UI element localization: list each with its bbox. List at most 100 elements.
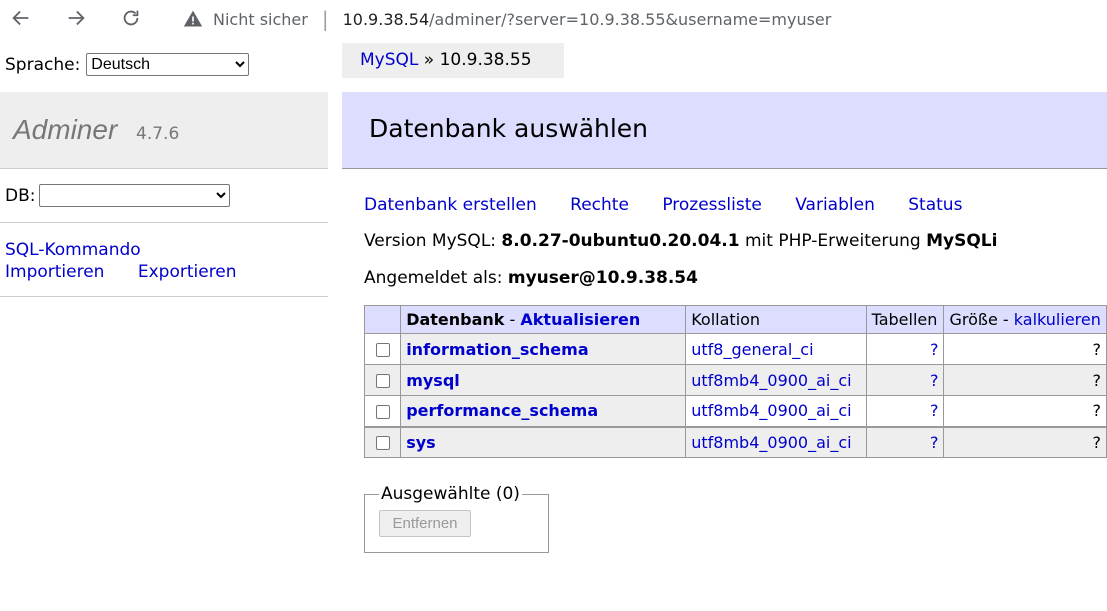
reload-icon	[123, 10, 139, 26]
db-name-link[interactable]: performance_schema	[406, 401, 598, 420]
collation-link[interactable]: utf8_general_ci	[691, 340, 813, 359]
db-name-cell: information_schema	[400, 333, 687, 365]
version-prefix: Version MySQL:	[364, 231, 497, 251]
browser-toolbar: Nicht sicher | 10.9.38.54 /adminer/?serv…	[0, 0, 1107, 38]
db-name-link[interactable]: sys	[406, 433, 435, 452]
row-checkbox[interactable]	[375, 374, 390, 388]
tables-cell: ?	[865, 364, 945, 396]
remove-button[interactable]: Entfernen	[379, 510, 471, 537]
size-cell: ?	[943, 395, 1107, 427]
table-header-row: Datenbank - Aktualisieren Kollation Tabe…	[363, 305, 1107, 334]
row-checkbox-cell	[363, 425, 402, 458]
logged-user: myuser@10.9.38.54	[507, 268, 698, 288]
db-selector: DB:	[5, 184, 231, 207]
reload-button[interactable]	[116, 4, 146, 32]
php-extension: MySQLi	[926, 231, 998, 251]
collation-link[interactable]: utf8mb4_0900_ai_ci	[691, 433, 851, 452]
selected-fieldset: Ausgewählte (0) Entfernen	[364, 484, 549, 553]
tables-link[interactable]: ?	[930, 433, 939, 452]
db-name-cell: performance_schema	[400, 395, 687, 427]
language-label: Sprache:	[5, 54, 81, 75]
row-checkbox-cell	[363, 364, 402, 396]
version-info: Version MySQL: 8.0.27-0ubuntu0.20.04.1 m…	[364, 231, 997, 251]
col-collation: Kollation	[685, 305, 867, 334]
logged-prefix: Angemeldet als:	[364, 268, 503, 288]
breadcrumb-separator: »	[423, 50, 435, 70]
url-path: /adminer/?server=10.9.38.55&username=myu…	[429, 9, 832, 29]
app-name-link[interactable]: Adminer	[13, 114, 117, 146]
sidebar-divider	[0, 296, 328, 297]
tables-cell: ?	[865, 425, 945, 458]
table-row: information_schema utf8_general_ci ? ?	[363, 333, 1107, 365]
tables-link[interactable]: ?	[930, 371, 939, 390]
table-row: mysql utf8mb4_0900_ai_ci ? ?	[363, 364, 1107, 396]
size-cell: ?	[943, 364, 1107, 396]
col-size-label: Größe	[949, 310, 998, 329]
tables-link[interactable]: ?	[930, 401, 939, 420]
breadcrumb-root-link[interactable]: MySQL	[360, 50, 418, 70]
arrow-left-icon	[12, 10, 29, 26]
row-checkbox[interactable]	[375, 436, 390, 451]
row-checkbox[interactable]	[375, 404, 390, 419]
db-select[interactable]	[39, 184, 231, 207]
mysql-version: 8.0.27-0ubuntu0.20.04.1	[501, 231, 740, 251]
page-title: Datenbank auswählen	[369, 114, 649, 143]
col-tables: Tabellen	[865, 305, 945, 334]
security-label: Nicht sicher	[213, 9, 308, 29]
db-name-cell: sys	[400, 425, 687, 458]
row-checkbox[interactable]	[375, 343, 390, 357]
collation-cell: utf8_general_ci	[685, 333, 867, 365]
back-button[interactable]	[6, 4, 36, 32]
row-checkbox-cell	[363, 333, 402, 365]
import-link[interactable]: Importieren	[5, 262, 104, 282]
col-dash: -	[504, 310, 521, 329]
db-name-link[interactable]: mysql	[406, 371, 460, 390]
create-database-link[interactable]: Datenbank erstellen	[364, 195, 537, 215]
page-header: Datenbank auswählen	[342, 92, 1107, 169]
warning-icon	[183, 10, 203, 27]
export-link[interactable]: Exportieren	[138, 262, 237, 282]
tables-cell: ?	[865, 395, 945, 427]
refresh-link[interactable]: Aktualisieren	[520, 310, 640, 329]
row-checkbox-cell	[363, 395, 402, 427]
collation-cell: utf8mb4_0900_ai_ci	[685, 425, 867, 458]
size-cell: ?	[943, 425, 1107, 458]
logged-in-info: Angemeldet als: myuser@10.9.38.54	[364, 268, 698, 288]
size-cell: ?	[943, 333, 1107, 365]
breadcrumb-current: 10.9.38.55	[439, 50, 532, 70]
app-brand: Adminer 4.7.6	[0, 92, 328, 169]
selected-legend: Ausgewählte (0)	[381, 484, 520, 504]
calculate-link[interactable]: kalkulieren	[1014, 310, 1101, 329]
db-name-cell: mysql	[400, 364, 687, 396]
privileges-link[interactable]: Rechte	[570, 195, 629, 215]
col-dash: -	[997, 310, 1014, 329]
breadcrumb: MySQL » 10.9.38.55	[342, 43, 564, 78]
sidebar-menu: SQL-Kommando Importieren Exportieren	[5, 239, 265, 283]
collation-link[interactable]: utf8mb4_0900_ai_ci	[691, 371, 851, 390]
sidebar-divider	[0, 222, 328, 223]
version-middle: mit PHP-Erweiterung	[745, 231, 921, 251]
db-name-link[interactable]: information_schema	[406, 340, 588, 359]
table-row: performance_schema utf8mb4_0900_ai_ci ? …	[363, 395, 1107, 427]
status-link[interactable]: Status	[908, 195, 962, 215]
address-separator: |	[321, 7, 329, 31]
col-database: Datenbank - Aktualisieren	[400, 305, 687, 334]
db-label: DB:	[5, 185, 36, 206]
app-version: 4.7.6	[136, 124, 180, 144]
col-size: Größe - kalkulieren	[943, 305, 1107, 334]
action-links: Datenbank erstellen Rechte Prozessliste …	[364, 195, 990, 215]
databases-table: Datenbank - Aktualisieren Kollation Tabe…	[363, 305, 1107, 458]
language-selector: Sprache: Deutsch	[5, 53, 250, 76]
sql-command-link[interactable]: SQL-Kommando	[5, 240, 141, 260]
variables-link[interactable]: Variablen	[795, 195, 875, 215]
forward-button[interactable]	[61, 4, 91, 32]
table-row: sys utf8mb4_0900_ai_ci ? ?	[363, 425, 1107, 458]
collation-link[interactable]: utf8mb4_0900_ai_ci	[691, 401, 851, 420]
tables-cell: ?	[865, 333, 945, 365]
collation-cell: utf8mb4_0900_ai_ci	[685, 395, 867, 427]
process-list-link[interactable]: Prozessliste	[662, 195, 762, 215]
address-bar[interactable]: Nicht sicher | 10.9.38.54 /adminer/?serv…	[165, 0, 1107, 38]
col-database-label: Datenbank	[406, 310, 505, 329]
language-select[interactable]: Deutsch	[86, 53, 250, 76]
tables-link[interactable]: ?	[930, 340, 939, 359]
